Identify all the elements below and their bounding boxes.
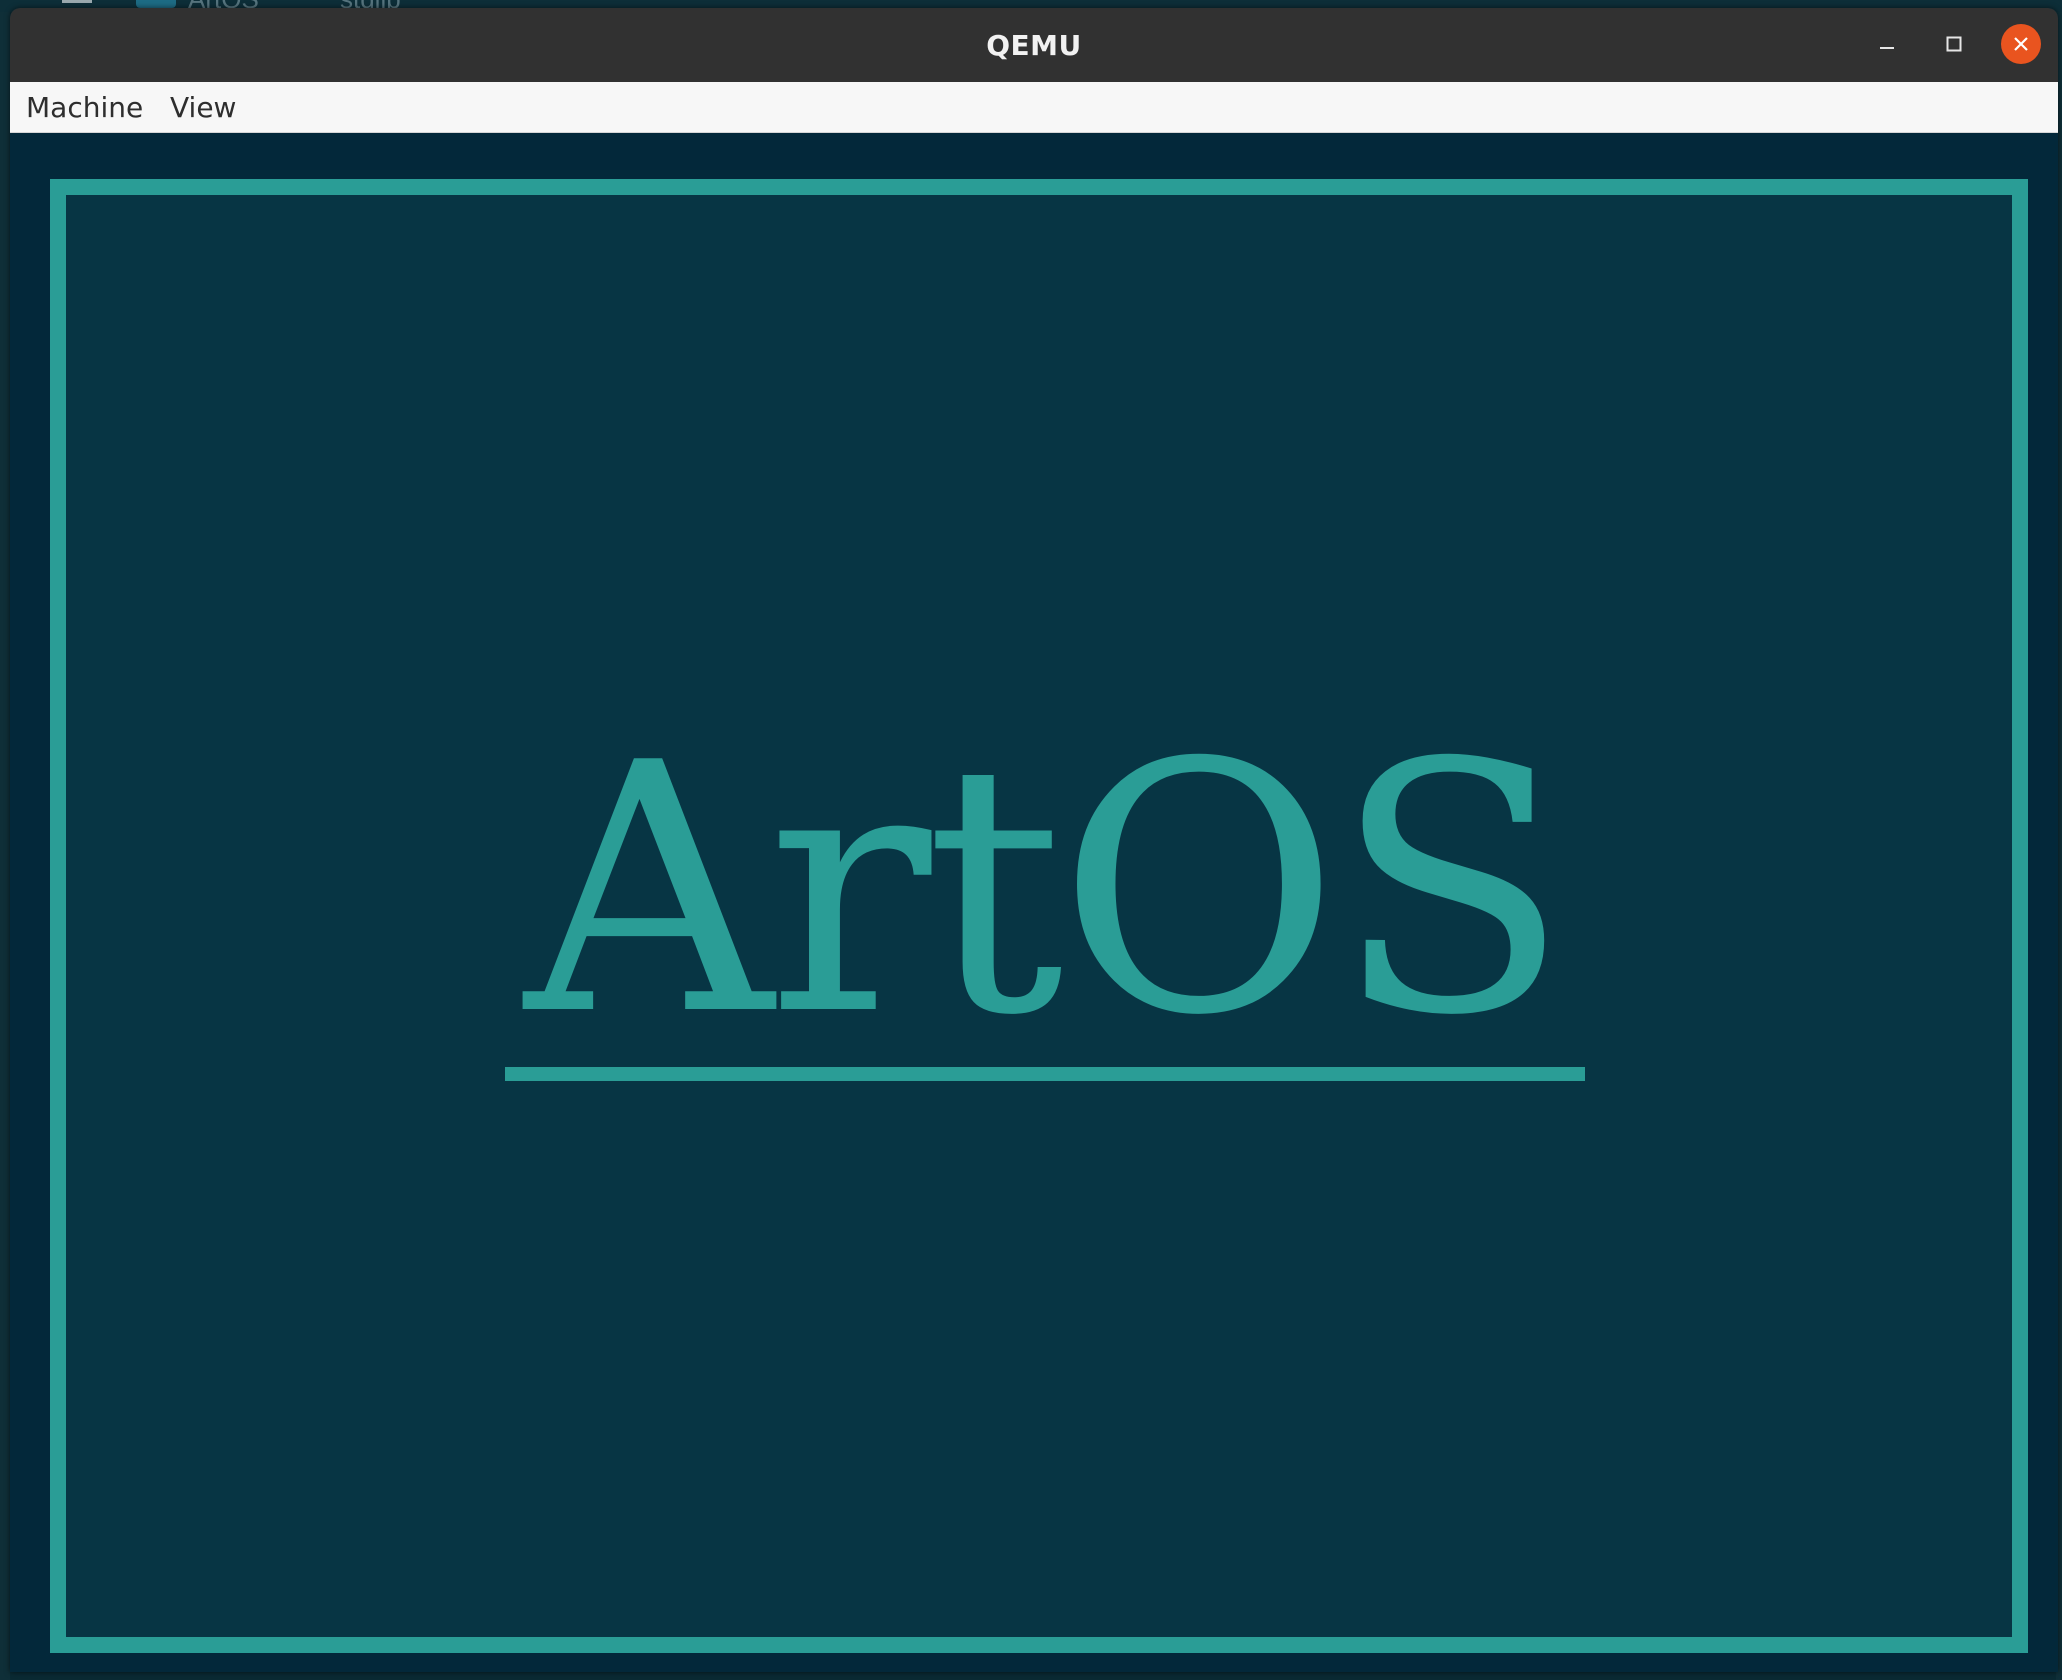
minimize-button[interactable] (1867, 24, 1907, 64)
maximize-icon (1946, 36, 1962, 52)
hamburger-menu-icon (62, 0, 92, 3)
project-badge (136, 0, 176, 8)
guest-screen-frame: ArtOS (50, 179, 2028, 1653)
menu-view[interactable]: View (170, 82, 236, 132)
qemu-window: QEMU Machine View ArtOS (10, 8, 2058, 1672)
logo-container: ArtOS (66, 195, 2012, 1637)
guest-display[interactable]: ArtOS (10, 133, 2058, 1672)
artos-logo-text: ArtOS (524, 691, 1570, 1091)
logo-underline (505, 1067, 1585, 1081)
menu-machine[interactable]: Machine (26, 82, 143, 132)
maximize-button[interactable] (1934, 24, 1974, 64)
minimize-icon (1880, 47, 1894, 49)
background-left-edge (0, 12, 10, 1680)
close-icon (2014, 37, 2028, 51)
window-title: QEMU (986, 29, 1082, 62)
window-titlebar[interactable]: QEMU (10, 8, 2058, 82)
menu-bar: Machine View (10, 82, 2058, 133)
close-button[interactable] (2001, 24, 2041, 64)
